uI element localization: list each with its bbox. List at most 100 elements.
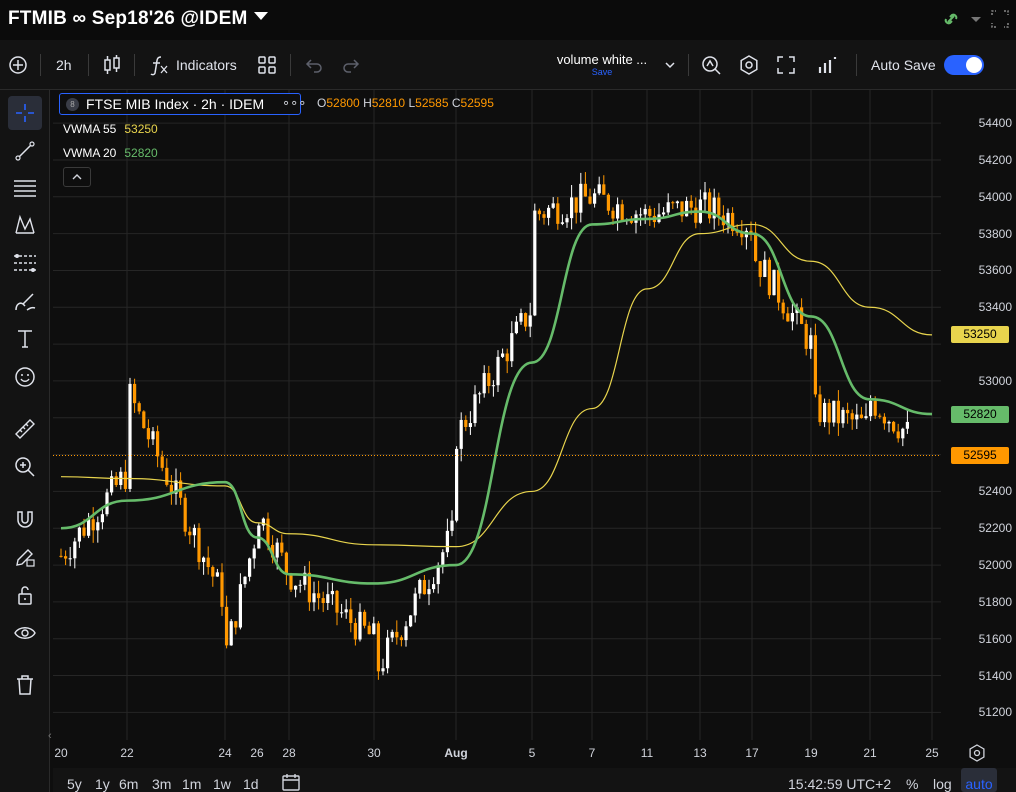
- auto-toggle[interactable]: auto: [961, 768, 997, 792]
- chart-pane[interactable]: [53, 90, 941, 740]
- candle-body: [432, 584, 436, 590]
- undo-button[interactable]: [305, 40, 323, 90]
- candle-body: [514, 321, 518, 334]
- symbol-dropdown-icon[interactable]: [254, 12, 268, 20]
- plus-circle-icon: [9, 56, 27, 74]
- vwma55-name: VWMA 55: [63, 122, 117, 136]
- snapshot-button[interactable]: [817, 40, 837, 90]
- emoji-tool[interactable]: [8, 360, 42, 394]
- axis-settings-button[interactable]: [968, 744, 986, 767]
- visibility-tool[interactable]: [8, 616, 42, 650]
- interval-button[interactable]: 2h: [56, 40, 72, 90]
- percent-toggle[interactable]: %: [906, 776, 918, 792]
- zoom-tool[interactable]: [8, 450, 42, 484]
- trend-line-tool[interactable]: [8, 134, 42, 168]
- chart-grid: [53, 90, 941, 740]
- price-axis[interactable]: 54400 54200 54000 53800 53600 53400 53000 52400…: [941, 90, 1016, 740]
- layout-dropdown-button[interactable]: [664, 40, 676, 90]
- date-range-button[interactable]: [281, 772, 301, 792]
- price-axis-label: 53250: [951, 326, 1009, 344]
- fib-tool[interactable]: [8, 171, 42, 205]
- templates-button[interactable]: [257, 40, 277, 90]
- add-symbol-button[interactable]: [8, 40, 28, 90]
- instrument-legend[interactable]: 8 FTSE MIB Index · 2h · IDEM ∘∘∘: [59, 93, 306, 115]
- time-axis[interactable]: 20 22 24 26 28 30 Aug 5 7 11 13 17 19 21 25: [53, 740, 941, 768]
- candle-body: [238, 584, 242, 628]
- candle-body: [404, 626, 408, 641]
- range-button-1w[interactable]: 1w: [213, 776, 231, 792]
- candle-body: [662, 212, 666, 215]
- collapse-sidebar-icon[interactable]: ‹: [48, 730, 52, 742]
- candle-body: [841, 409, 845, 424]
- candle-body: [827, 402, 831, 423]
- candle-body: [151, 431, 155, 440]
- chart-toolbar: 2h Indicators Auto Save: [0, 40, 1016, 90]
- layout-name[interactable]: volume white ...: [540, 52, 664, 67]
- chart-type-button[interactable]: [102, 40, 122, 90]
- expand-icon: [777, 56, 795, 74]
- range-button-5y[interactable]: 5y: [67, 776, 82, 792]
- price-tick: 54400: [978, 116, 1012, 131]
- measure-tool[interactable]: [8, 412, 42, 446]
- pattern-tool[interactable]: [8, 208, 42, 242]
- brush-tool[interactable]: [8, 284, 42, 318]
- candle-body: [312, 593, 316, 603]
- range-button-6m[interactable]: 6m: [119, 776, 138, 792]
- vwma20-legend[interactable]: VWMA 20 52820: [63, 146, 158, 160]
- range-button-1y[interactable]: 1y: [95, 776, 110, 792]
- settings-button[interactable]: [738, 40, 760, 90]
- more-options-icon[interactable]: ∘∘∘: [282, 95, 306, 111]
- lock-tool[interactable]: [8, 578, 42, 612]
- ohlc-values: O52800 H52810 L52585 C52595: [317, 96, 494, 110]
- indicators-label: Indicators: [176, 57, 237, 73]
- time-tick: Aug: [444, 746, 468, 760]
- prediction-tool[interactable]: [8, 246, 42, 280]
- candle-body: [639, 214, 643, 216]
- candle-body: [887, 421, 891, 424]
- candle-body: [882, 416, 886, 424]
- bottom-toolbar: 15:42:59 UTC+2 % log auto 5y 1y 6m 3m 1m 1w 1d: [53, 768, 1016, 792]
- range-button-3m[interactable]: 3m: [152, 776, 171, 792]
- link-icon[interactable]: [940, 8, 962, 30]
- brush-icon: [15, 293, 36, 311]
- candle-body: [473, 394, 477, 424]
- candle-body: [133, 383, 137, 404]
- candle-body: [818, 394, 822, 423]
- candle-body: [643, 208, 647, 215]
- candle-body: [294, 585, 298, 590]
- clock[interactable]: 15:42:59 UTC+2: [788, 776, 891, 792]
- candle-body: [878, 415, 882, 417]
- text-tool[interactable]: [8, 322, 42, 356]
- undo-icon: [305, 59, 322, 73]
- candle-body: [450, 520, 454, 531]
- candle-body: [763, 259, 767, 277]
- fullscreen-button[interactable]: [776, 40, 796, 90]
- auto-save-toggle[interactable]: [944, 55, 984, 75]
- collapse-legend-button[interactable]: [63, 167, 91, 187]
- remove-drawings-tool[interactable]: [8, 668, 42, 702]
- log-toggle[interactable]: log: [933, 776, 952, 792]
- range-button-1m[interactable]: 1m: [182, 776, 201, 792]
- drawing-mode-tool[interactable]: [8, 540, 42, 574]
- price-chart[interactable]: [53, 90, 941, 740]
- link-dropdown-icon[interactable]: [970, 8, 982, 30]
- alert-button[interactable]: [700, 40, 722, 90]
- candle-body: [358, 611, 362, 640]
- candle-body: [326, 594, 330, 604]
- range-button-1d[interactable]: 1d: [243, 776, 259, 792]
- magnet-tool[interactable]: [8, 502, 42, 536]
- candle-body: [225, 606, 229, 646]
- price-tick: 52200: [978, 521, 1012, 536]
- fullscreen-icon[interactable]: [990, 8, 1010, 30]
- candle-body: [386, 637, 390, 669]
- candle-body: [547, 207, 551, 218]
- candle-body: [340, 612, 344, 614]
- redo-button[interactable]: [342, 40, 360, 90]
- indicators-button[interactable]: Indicators: [148, 40, 237, 90]
- candle-body: [804, 323, 808, 349]
- vwma55-legend[interactable]: VWMA 55 53250: [63, 122, 158, 136]
- crosshair-tool[interactable]: [8, 96, 42, 130]
- candle-body: [616, 204, 620, 219]
- time-tick: 26: [250, 746, 264, 760]
- symbol-title[interactable]: FTMIB ∞ Sep18'26 @IDEM: [8, 8, 247, 30]
